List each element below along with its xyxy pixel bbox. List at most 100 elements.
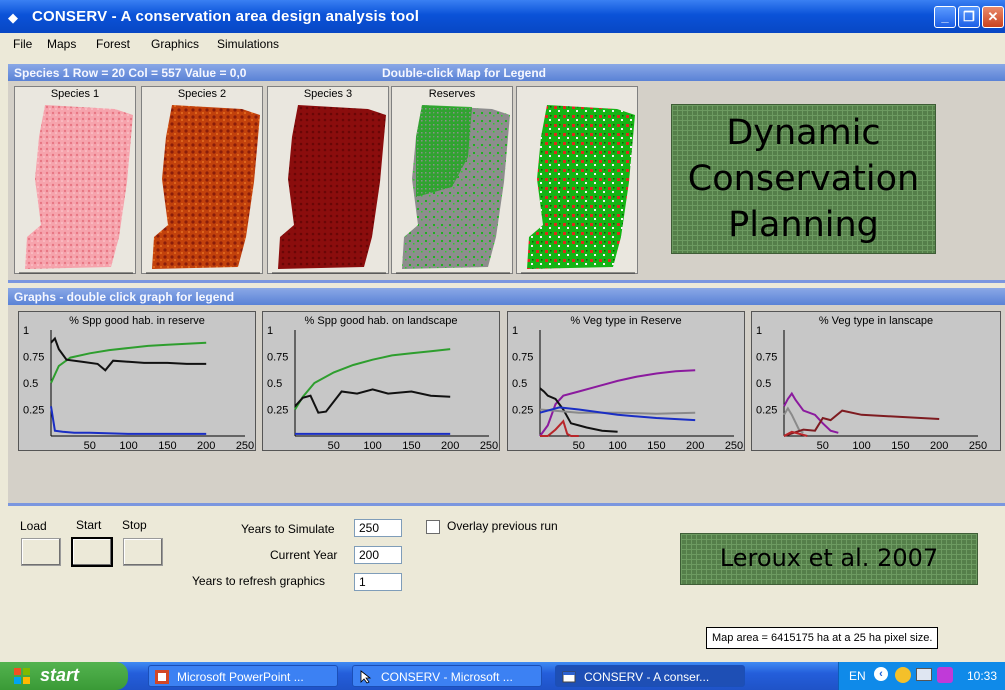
y-tick-label: 0.5 bbox=[512, 378, 527, 390]
system-tray: EN ‹ 10:33 bbox=[838, 662, 1005, 690]
graph-veg-landscape[interactable]: 1 0.75 0.5 0.25 50 100 150 200 250 % Veg type in… bbox=[751, 311, 1001, 452]
task-label: Microsoft PowerPoint ... bbox=[177, 670, 304, 684]
chart-svg: 10.750.50.2550 100 150 200 250 bbox=[267, 325, 498, 452]
graph-spp-reserve[interactable]: 1 0.75 0.5 0.25 50 100 150 200 250 % Spp good ha… bbox=[18, 311, 256, 452]
x-tick-label: 250 bbox=[725, 440, 743, 452]
cursor-icon bbox=[360, 670, 372, 684]
graphs-area: 1 0.75 0.5 0.25 50 100 150 200 250 % Spp good ha… bbox=[8, 305, 1005, 506]
menu-bar: File Maps Forest Graphics Simulations bbox=[0, 33, 1005, 55]
window-title: CONSERV - A conservation area design ana… bbox=[32, 8, 420, 25]
chevron-left-icon[interactable]: ‹ bbox=[874, 667, 888, 681]
x-tick-label: 100 bbox=[119, 440, 137, 452]
map-species-2[interactable]: Species 2 bbox=[141, 86, 263, 274]
y-tick-label: 0.25 bbox=[267, 405, 288, 417]
menu-graphics[interactable]: Graphics bbox=[151, 37, 199, 51]
load-label: Load bbox=[20, 519, 47, 533]
task-powerpoint[interactable]: Microsoft PowerPoint ... bbox=[148, 665, 338, 687]
graph-title: % Veg type in lanscape bbox=[818, 315, 934, 327]
map-caption: Species 1 bbox=[50, 88, 100, 100]
x-tick-label: 100 bbox=[852, 440, 870, 452]
x-tick-label: 150 bbox=[158, 440, 176, 452]
overlay-title-line: Planning bbox=[728, 205, 879, 245]
current-year-input[interactable]: 200 bbox=[354, 546, 402, 564]
start-button[interactable] bbox=[71, 537, 113, 567]
task-label: CONSERV - A conser... bbox=[584, 670, 710, 684]
windows-logo-icon bbox=[14, 668, 30, 684]
map-caption: Species 3 bbox=[303, 88, 353, 100]
graph-title: % Spp good hab. in reserve bbox=[69, 315, 205, 327]
graph-veg-reserve[interactable]: 1 0.75 0.5 0.25 50 100 150 200 250 % Veg type in… bbox=[507, 311, 745, 452]
x-tick-label: 50 bbox=[328, 440, 340, 452]
close-button[interactable]: ✕ bbox=[982, 6, 1004, 28]
y-tick-label: 0.5 bbox=[23, 378, 38, 390]
reserves-map-image bbox=[396, 105, 510, 274]
menu-file[interactable]: File bbox=[13, 37, 32, 51]
y-tick-label: 0.75 bbox=[756, 352, 777, 364]
stop-label: Stop bbox=[122, 518, 147, 532]
vegetation-map-image bbox=[521, 105, 635, 274]
x-tick-label: 100 bbox=[608, 440, 626, 452]
y-tick-label: 0.75 bbox=[267, 352, 288, 364]
security-icon[interactable] bbox=[937, 667, 953, 683]
x-tick-label: 50 bbox=[817, 440, 829, 452]
app-icon: ◆ bbox=[8, 10, 18, 25]
task-conserv-microsoft[interactable]: CONSERV - Microsoft ... bbox=[352, 665, 542, 687]
map-vegetation[interactable] bbox=[516, 86, 638, 274]
series-line bbox=[294, 388, 451, 414]
start-button[interactable]: start bbox=[0, 662, 128, 690]
map-species-1[interactable]: Species 1 bbox=[14, 86, 136, 274]
x-tick-label: 100 bbox=[363, 440, 381, 452]
stop-button[interactable] bbox=[123, 538, 163, 566]
powerpoint-icon bbox=[155, 670, 169, 684]
network-icon[interactable] bbox=[895, 667, 911, 683]
x-tick-label: 200 bbox=[441, 440, 459, 452]
app-window-icon bbox=[562, 671, 576, 683]
graph-title: % Veg type in Reserve bbox=[570, 315, 682, 327]
x-tick-label: 250 bbox=[236, 440, 254, 452]
menu-maps[interactable]: Maps bbox=[47, 37, 76, 51]
years-to-simulate-label: Years to Simulate bbox=[241, 522, 335, 536]
graphs-panel-header: Graphs - double click graph for legend bbox=[8, 288, 1005, 305]
citation-box: Leroux et al. 2007 bbox=[680, 533, 978, 585]
map-species-3[interactable]: Species 3 bbox=[267, 86, 389, 274]
x-tick-label: 150 bbox=[891, 440, 909, 452]
y-tick-label: 0.25 bbox=[756, 405, 777, 417]
task-conserv-app[interactable]: CONSERV - A conser... bbox=[555, 665, 745, 687]
x-tick-label: 200 bbox=[686, 440, 704, 452]
overlay-previous-run-checkbox[interactable] bbox=[426, 520, 440, 534]
graphs-panel-title: Graphs - double click graph for legend bbox=[14, 290, 235, 304]
overlay-title-line: Conservation bbox=[687, 159, 920, 199]
map-reserves[interactable]: Reserves bbox=[391, 86, 513, 274]
y-tick-label: 0.25 bbox=[512, 405, 533, 417]
menu-simulations[interactable]: Simulations bbox=[217, 37, 279, 51]
graph-spp-landscape[interactable]: 1 0.75 0.5 0.25 50 100 150 200 250 % Spp good ha… bbox=[262, 311, 500, 452]
map-caption: Reserves bbox=[428, 88, 476, 100]
citation-text: Leroux et al. 2007 bbox=[719, 544, 939, 572]
x-tick-label: 150 bbox=[647, 440, 665, 452]
y-tick-label: 0.75 bbox=[23, 352, 44, 364]
years-to-simulate-input[interactable]: 250 bbox=[354, 519, 402, 537]
chart-svg: 10.750.50.2550 100 150 200 250 bbox=[23, 325, 254, 452]
series-line bbox=[539, 369, 696, 437]
restore-button[interactable]: ❐ bbox=[958, 6, 980, 28]
species-2-map-image bbox=[146, 105, 260, 274]
y-tick-label: 0.25 bbox=[23, 405, 44, 417]
start-label: Start bbox=[76, 518, 102, 532]
overlay-title-line: Dynamic bbox=[726, 113, 881, 153]
minimize-button[interactable]: _ bbox=[934, 6, 956, 28]
refresh-input[interactable]: 1 bbox=[354, 573, 402, 591]
monitor-icon[interactable] bbox=[916, 668, 932, 681]
series-line bbox=[783, 391, 839, 434]
series-line bbox=[50, 406, 207, 435]
series-line bbox=[783, 406, 804, 434]
x-tick-label: 150 bbox=[402, 440, 420, 452]
load-button[interactable] bbox=[21, 538, 61, 566]
title-bar: ◆ CONSERV - A conservation area design a… bbox=[0, 0, 1005, 33]
language-indicator[interactable]: EN bbox=[849, 669, 866, 683]
species-3-map-image bbox=[272, 105, 386, 274]
current-year-label: Current Year bbox=[270, 548, 338, 562]
task-label: CONSERV - Microsoft ... bbox=[381, 670, 513, 684]
species-1-map-image bbox=[19, 105, 133, 274]
refresh-label: Years to refresh graphics bbox=[192, 574, 325, 588]
menu-forest[interactable]: Forest bbox=[96, 37, 130, 51]
